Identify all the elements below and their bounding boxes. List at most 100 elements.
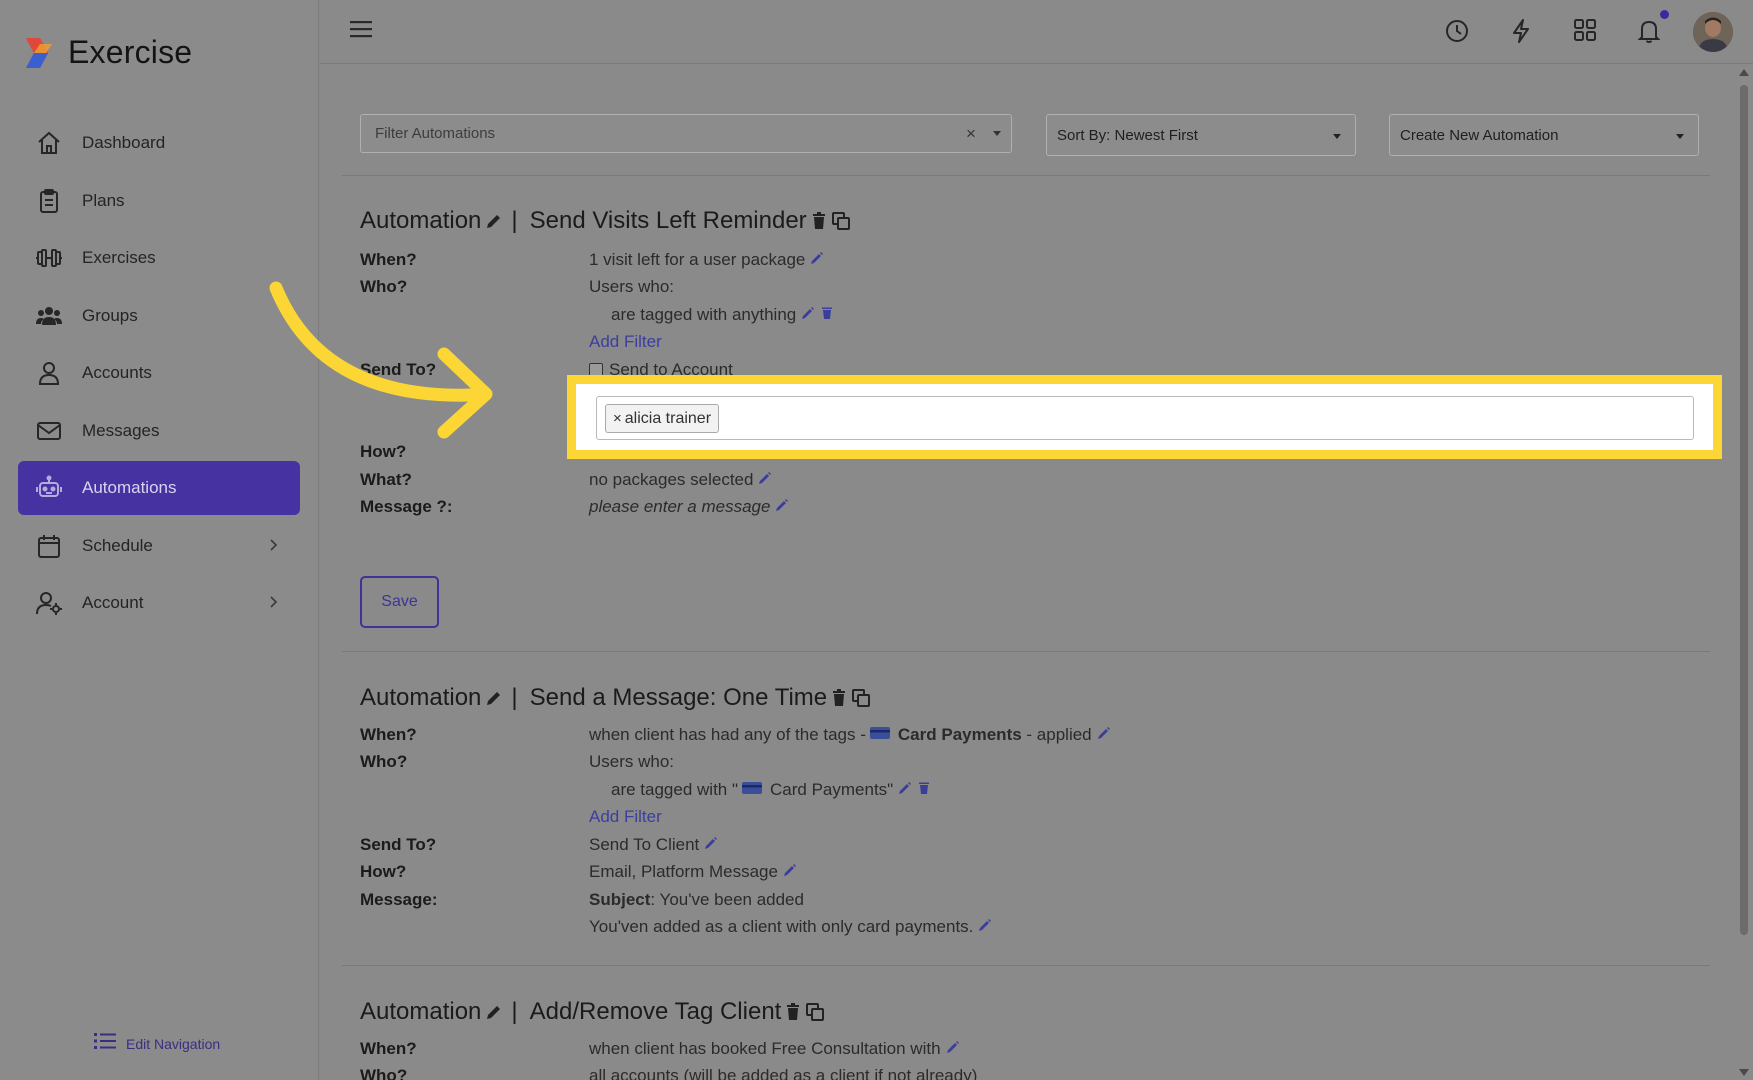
trash-icon[interactable] <box>918 780 930 800</box>
automation-prefix: Automation <box>360 207 482 234</box>
sort-select[interactable]: Sort By: Newest First <box>1046 114 1356 156</box>
save-button[interactable]: Save <box>360 576 439 628</box>
add-filter-row: Add Filter <box>360 329 1720 357</box>
sidebar-item-schedule[interactable]: Schedule <box>18 519 300 573</box>
sidebar-nav: Dashboard Plans Exercises Groups Account… <box>18 116 300 634</box>
when-row: When? 1 visit left for a user package <box>360 246 1720 274</box>
when-value: when client has had any of the tags - Car… <box>589 725 1111 745</box>
add-filter-row: Add Filter <box>360 804 1720 832</box>
add-filter-text[interactable]: Add Filter <box>589 807 662 827</box>
history-icon[interactable] <box>1444 18 1470 49</box>
add-filter-link[interactable]: Add Filter <box>589 807 662 827</box>
sidebar-item-label: Messages <box>82 420 160 440</box>
pencil-icon[interactable] <box>1097 725 1111 745</box>
message-row: Message: Subject: You've been added <box>360 886 1720 914</box>
filter-automations-input[interactable] <box>361 115 951 152</box>
divider <box>342 175 1710 176</box>
subject-text: : You've been added <box>650 889 804 909</box>
pencil-icon[interactable] <box>775 497 789 517</box>
pencil-icon[interactable] <box>485 1003 503 1021</box>
sidebar-item-automations[interactable]: Automations <box>18 461 300 515</box>
who-row: Who? all accounts (will be added as a cl… <box>360 1063 1720 1080</box>
sidebar-item-label: Plans <box>82 190 125 210</box>
scroll-up-icon[interactable] <box>1739 69 1749 76</box>
filter-caret-icon[interactable] <box>993 131 1001 136</box>
notification-dot <box>1660 10 1669 19</box>
trash-icon[interactable] <box>821 305 833 325</box>
when-value: when client has booked Free Consultation… <box>589 1039 960 1059</box>
sidebar-item-messages[interactable]: Messages <box>18 404 300 458</box>
caret-down-icon <box>1333 134 1341 139</box>
copy-icon[interactable] <box>851 688 871 708</box>
pencil-icon[interactable] <box>978 917 992 937</box>
chevron-right-icon <box>268 538 278 557</box>
title-separator: | <box>511 684 518 711</box>
trash-icon[interactable] <box>785 1003 801 1021</box>
when-text: when client has had any of the tags - <box>589 724 866 744</box>
automation-title: Automation | Send Visits Left Reminder <box>360 206 1720 236</box>
user-gear-icon <box>34 588 64 618</box>
pencil-icon[interactable] <box>898 780 912 800</box>
sidebar-item-label: Schedule <box>82 535 153 555</box>
page-scrollbar[interactable] <box>1738 65 1750 1080</box>
sidebar-item-label: Accounts <box>82 363 152 382</box>
brand-logo-icon <box>22 36 56 70</box>
robot-icon <box>34 473 64 503</box>
grid-icon[interactable] <box>1573 18 1597 47</box>
sidebar-item-accounts[interactable]: Accounts <box>18 346 300 400</box>
pencil-icon[interactable] <box>946 1039 960 1059</box>
who-label: Who? <box>360 1066 408 1080</box>
add-filter-link[interactable]: Add Filter <box>589 332 662 352</box>
filter-clear-button[interactable]: × <box>966 124 976 144</box>
trash-icon[interactable] <box>811 212 827 230</box>
who-filter: are tagged with anything <box>611 305 833 325</box>
hamburger-menu-icon[interactable] <box>350 20 372 43</box>
edit-navigation-link[interactable]: Edit Navigation <box>94 1032 220 1055</box>
sidebar-item-label: Automations <box>82 478 177 497</box>
what-value: no packages selected <box>589 470 772 490</box>
who-label: Who? <box>360 752 408 772</box>
filter-automations[interactable]: × <box>360 114 1012 153</box>
sort-select-value: Sort By: Newest First <box>1057 127 1198 144</box>
pencil-icon[interactable] <box>758 470 772 490</box>
trash-icon[interactable] <box>831 689 847 707</box>
envelope-icon <box>34 416 64 446</box>
message-body-text: You'ven added as a client with only card… <box>589 917 974 937</box>
add-filter-text[interactable]: Add Filter <box>589 332 662 352</box>
scroll-down-icon[interactable] <box>1739 1069 1749 1076</box>
sidebar-item-dashboard[interactable]: Dashboard <box>18 116 300 170</box>
copy-icon[interactable] <box>831 211 851 231</box>
message-label: Message ?: <box>360 497 453 517</box>
selected-tag-chip[interactable]: × alicia trainer <box>605 404 720 433</box>
copy-icon[interactable] <box>805 1002 825 1022</box>
title-separator: | <box>511 207 518 234</box>
sidebar: Exercise Dashboard Plans Exercises Group… <box>0 0 319 1080</box>
pencil-icon[interactable] <box>810 250 824 270</box>
sidebar-item-exercises[interactable]: Exercises <box>18 231 300 285</box>
scroll-thumb[interactable] <box>1740 85 1748 935</box>
pencil-icon[interactable] <box>801 305 815 325</box>
pencil-icon[interactable] <box>485 212 503 230</box>
brand[interactable]: Exercise <box>22 34 192 71</box>
automation-prefix: Automation <box>360 684 482 711</box>
avatar[interactable] <box>1693 12 1733 52</box>
lightning-icon[interactable] <box>1510 18 1532 49</box>
divider <box>342 965 1710 966</box>
how-label: How? <box>360 862 407 882</box>
sidebar-item-account[interactable]: Account <box>18 576 300 630</box>
users-icon <box>34 301 64 331</box>
recipient-tag-input[interactable]: × alicia trainer <box>596 396 1694 440</box>
sidebar-item-plans[interactable]: Plans <box>18 174 300 228</box>
sidebar-item-groups[interactable]: Groups <box>18 289 300 343</box>
how-text: Email, Platform Message <box>589 862 778 882</box>
pencil-icon[interactable] <box>704 835 718 855</box>
pencil-icon[interactable] <box>485 689 503 707</box>
pencil-icon[interactable] <box>783 862 797 882</box>
automation-title: Automation | Send a Message: One Time <box>360 683 1720 713</box>
message-row: Message ?: please enter a message <box>360 494 1720 522</box>
automation-name: Send a Message: One Time <box>529 684 828 711</box>
bell-icon[interactable] <box>1637 18 1661 49</box>
divider <box>342 651 1710 652</box>
create-automation-select[interactable]: Create New Automation <box>1389 114 1699 156</box>
remove-tag-icon[interactable]: × <box>613 410 622 427</box>
